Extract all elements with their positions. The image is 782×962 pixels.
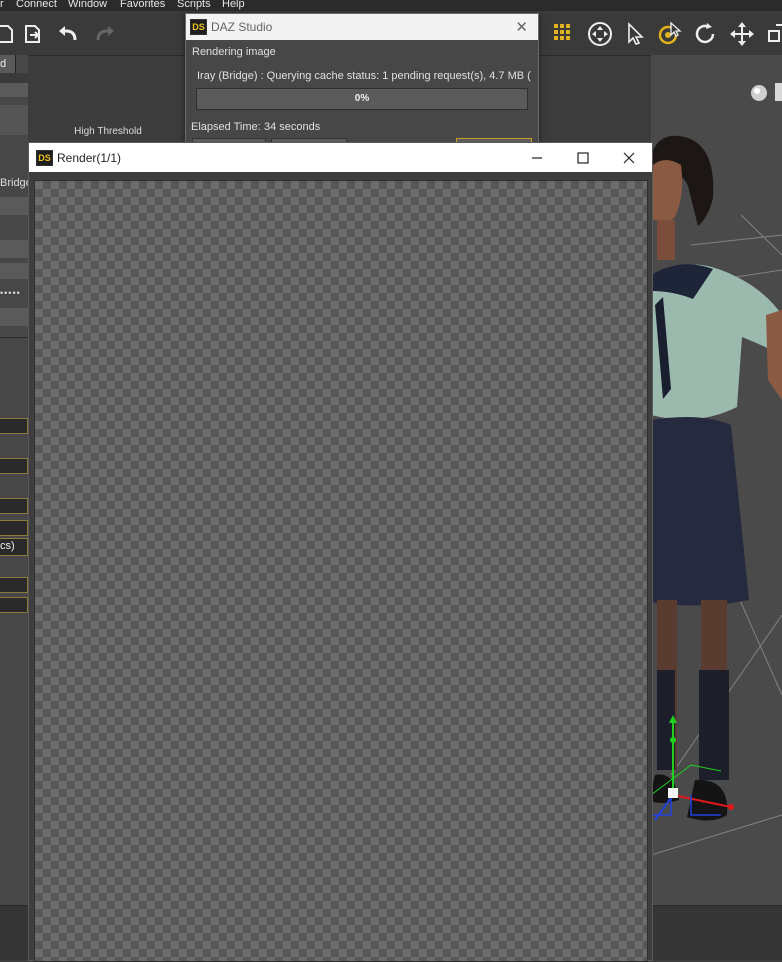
- render-canvas[interactable]: [34, 180, 648, 962]
- value-field[interactable]: cs): [0, 538, 28, 556]
- value-field[interactable]: [0, 577, 28, 593]
- threshold-slider[interactable]: [0, 105, 28, 135]
- menu-connect[interactable]: Connect: [16, 0, 57, 10]
- left-panel: d Bridge ••••• cs): [0, 55, 28, 959]
- viewport[interactable]: [651, 55, 782, 905]
- render-status-text: Rendering image: [192, 46, 276, 58]
- progress-percent: 0%: [354, 93, 370, 104]
- panel-tab[interactable]: d: [0, 55, 16, 73]
- dialog-title: DAZ Studio: [211, 20, 273, 34]
- close-icon[interactable]: ✕: [515, 18, 528, 36]
- value-field[interactable]: [0, 458, 28, 474]
- panel-header-bar: [0, 83, 28, 97]
- elapsed-time-value: 34 seconds: [264, 121, 321, 133]
- universal-tool-icon[interactable]: [587, 21, 613, 47]
- export-icon[interactable]: [20, 21, 46, 47]
- panel-row[interactable]: [0, 263, 28, 279]
- close-icon[interactable]: [606, 143, 652, 172]
- panel-row[interactable]: [0, 240, 28, 258]
- translate-icon[interactable]: [729, 21, 755, 47]
- menu-item-partial[interactable]: r: [0, 0, 4, 10]
- node-selection-icon[interactable]: [551, 21, 577, 47]
- render-window-title: Render(1/1): [57, 151, 122, 165]
- pointer-icon[interactable]: [622, 21, 648, 47]
- menu-bar: r Connect Window Favorites Scripts Help: [0, 0, 782, 11]
- value-field[interactable]: [0, 498, 28, 514]
- scale-icon[interactable]: [762, 21, 782, 47]
- dialog-titlebar[interactable]: DS DAZ Studio ✕: [186, 14, 538, 40]
- render-window-titlebar[interactable]: DS Render(1/1): [29, 143, 652, 172]
- dotted-separator: •••••: [0, 288, 21, 298]
- daz-logo-icon: DS: [190, 19, 207, 35]
- render-detail-text: Iray (Bridge) : Querying cache status: 1…: [197, 70, 531, 82]
- menu-favorites[interactable]: Favorites: [120, 0, 165, 10]
- progress-bar: 0%: [196, 88, 528, 110]
- value-field[interactable]: [0, 418, 28, 434]
- elapsed-time-label: Elapsed Time:: [191, 121, 261, 133]
- value-field[interactable]: [0, 597, 28, 613]
- rotate-icon[interactable]: [693, 21, 719, 47]
- render-window: DS Render(1/1): [28, 142, 653, 962]
- camera-selector-icon[interactable]: [775, 83, 782, 101]
- menu-window[interactable]: Window: [68, 0, 107, 10]
- menu-help[interactable]: Help: [222, 0, 245, 10]
- bridge-label: Bridge: [0, 177, 28, 189]
- redo-icon[interactable]: [92, 21, 118, 47]
- new-icon[interactable]: [0, 21, 18, 47]
- value-field[interactable]: [0, 520, 28, 536]
- maximize-icon[interactable]: [560, 143, 606, 172]
- scene-figure: [651, 135, 782, 856]
- minimize-icon[interactable]: [514, 143, 560, 172]
- menu-scripts[interactable]: Scripts: [177, 0, 211, 10]
- view-sphere-icon[interactable]: [749, 83, 769, 103]
- high-threshold-label: High Threshold: [74, 126, 142, 137]
- render-progress-dialog: DS DAZ Studio ✕ Rendering image Iray (Br…: [185, 13, 539, 152]
- panel-row[interactable]: [0, 308, 28, 326]
- daz-logo-icon: DS: [36, 150, 53, 166]
- undo-icon[interactable]: [55, 21, 81, 47]
- panel-row[interactable]: [0, 197, 28, 215]
- rotate-pose-icon[interactable]: [656, 21, 682, 47]
